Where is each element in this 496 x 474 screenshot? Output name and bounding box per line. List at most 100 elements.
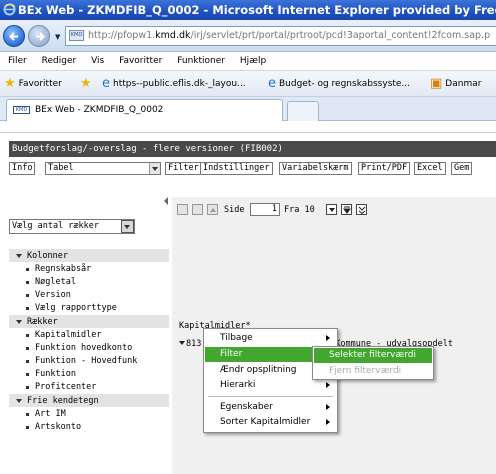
menu-item-hierarchy[interactable]: Hierarki <box>205 378 336 393</box>
bex-toolbar: Info Tabel Filter Indstillinger Variabel… <box>9 161 496 177</box>
favorite-link-label: Danmar <box>445 79 482 89</box>
forward-arrow-icon <box>36 32 45 41</box>
internet-explorer-icon <box>3 3 16 16</box>
tab-bex-web[interactable]: KMD BEx Web - ZKMDFIB_Q_0002 <box>6 99 283 121</box>
nav-item-account-type[interactable]: Artskonto <box>9 421 169 434</box>
page-count: Fra 10 <box>284 205 315 215</box>
submenu-arrow-icon <box>326 404 330 410</box>
favorites-bar: ★ Favoritter ★ e https--public.eflis.dk-_l… <box>0 71 496 97</box>
nav-item-version[interactable]: Version <box>9 289 169 302</box>
nav-item-profit-center[interactable]: Profitcenter <box>9 381 169 394</box>
favorite-link-danmark[interactable]: ▣ Danmar <box>430 71 482 96</box>
nav-item-art-im[interactable]: Art IM <box>9 408 169 421</box>
variables-button[interactable]: Variabelskærm <box>279 162 352 175</box>
nav-item-report-type[interactable]: Vælg rapporttype <box>9 302 169 315</box>
filter-submenu: Selekter filterværdi Fjern filterværdi <box>312 346 434 380</box>
page-label: Side <box>224 205 245 215</box>
back-arrow-icon <box>9 32 18 41</box>
menu-item-label: Sorter Kapitalmidler <box>220 417 311 427</box>
nav-group-rows[interactable]: Rækker <box>9 315 169 329</box>
url-domain: kmd.dk <box>155 30 191 41</box>
add-favorite-button[interactable]: ★ <box>80 71 95 96</box>
menu-item-label: Ændr opsplitning <box>220 365 297 375</box>
window-title: BEx Web - ZKMDFIB_Q_0002 - Microsoft Int… <box>18 3 496 17</box>
page-input[interactable]: 1 <box>250 203 280 216</box>
ie-page-icon: e <box>268 76 276 91</box>
info-button[interactable]: Info <box>9 162 36 175</box>
context-menu: Tilbage Filter Ændr opsplitning Hierarki… <box>203 328 338 433</box>
menu-item-sort[interactable]: Sorter Kapitalmidler <box>205 415 336 430</box>
history-dropdown-icon[interactable]: ▼ <box>55 33 60 41</box>
menu-help[interactable]: Hjælp <box>240 52 266 71</box>
menu-item-remove-filter-value[interactable]: Fjern filterværdi <box>314 364 432 379</box>
nav-item-key-figures[interactable]: Nøgletal <box>9 276 169 289</box>
menu-item-label: Tilbage <box>220 333 253 343</box>
nav-group-free-characteristics[interactable]: Frie kendetegn <box>9 394 169 408</box>
prev-page-button[interactable] <box>207 204 218 215</box>
favorite-link-label: Budget- og regnskabssyste... <box>279 79 411 89</box>
menu-file[interactable]: Filer <box>8 52 27 71</box>
new-tab-button[interactable] <box>287 101 319 121</box>
submenu-arrow-icon <box>326 419 330 425</box>
first-page-button[interactable] <box>177 204 188 215</box>
favorites-star-icon: ★ <box>4 76 16 91</box>
back-button[interactable] <box>3 25 25 47</box>
nav-item-function[interactable]: Funktion <box>9 368 169 381</box>
settings-button[interactable]: Indstillinger <box>200 162 273 175</box>
nav-item-capital[interactable]: Kapitalmidler <box>9 329 169 342</box>
tab-bar: KMD BEx Web - ZKMDFIB_Q_0002 <box>0 97 496 121</box>
url-suffix: /irj/servlet/prt/portal/prtroot/pcd!3apo… <box>190 30 491 41</box>
chevron-down-icon <box>329 208 335 212</box>
last-page-button[interactable] <box>356 204 367 215</box>
nav-item-function-main-function[interactable]: Funktion - Hovedfunk <box>9 355 169 368</box>
menu-item-back[interactable]: Tilbage <box>205 331 336 346</box>
nav-item-fiscal-year[interactable]: Regnskabsår <box>9 263 169 276</box>
menu-edit[interactable]: Rediger <box>42 52 77 71</box>
url-prefix: http://pfopw1. <box>88 30 156 41</box>
address-toolbar: ▼ KMD http://pfopw1.kmd.dk/irj/servlet/p… <box>0 20 496 52</box>
kmd-page-icon: KMD <box>13 106 30 114</box>
favorite-link-eflis[interactable]: e https--public.eflis.dk-_layou... <box>102 71 246 96</box>
tab-title: BEx Web - ZKMDFIB_Q_0002 <box>35 105 164 115</box>
submenu-arrow-icon <box>326 382 330 388</box>
excel-button[interactable]: Excel <box>414 162 446 175</box>
last-page-icon <box>358 206 366 214</box>
nav-item-function-main-account[interactable]: Funktion hovedkonto <box>9 342 169 355</box>
menu-item-properties[interactable]: Egenskaber <box>205 400 336 415</box>
next-page-button[interactable] <box>326 204 337 215</box>
rows-count-value: Vælg antal rækker <box>12 221 99 231</box>
double-chevron-down-icon <box>343 206 351 214</box>
menu-tools[interactable]: Funktioner <box>177 52 225 71</box>
page-icon: KMD <box>69 30 84 41</box>
favorite-link-budget[interactable]: e Budget- og regnskabssyste... <box>268 71 411 96</box>
rows-count-select[interactable]: Vælg antal rækker <box>9 219 135 234</box>
favorites-button[interactable]: ★ Favoritter <box>4 71 62 96</box>
filter-button[interactable]: Filter <box>165 162 202 175</box>
view-select[interactable]: Tabel <box>45 162 161 175</box>
menu-item-select-filter-value[interactable]: Selekter filterværdi <box>314 348 432 363</box>
ie-page-icon: e <box>102 76 110 91</box>
nav-group-columns[interactable]: Kolonner <box>9 249 169 263</box>
favorite-link-label: https--public.eflis.dk-_layou... <box>113 79 246 89</box>
forward-button[interactable] <box>28 25 50 47</box>
print-pdf-button[interactable]: Print/PDF <box>358 162 411 175</box>
portal-strip <box>0 121 496 133</box>
chevron-up-icon <box>210 208 216 212</box>
menu-view[interactable]: Vis <box>91 52 104 71</box>
menu-favorites[interactable]: Favoritter <box>119 52 162 71</box>
menu-item-label: Hierarki <box>220 380 256 390</box>
favorites-label: Favoritter <box>18 79 62 89</box>
row-header[interactable]: 813 e Kommune - udvalgsopdelt <box>179 339 453 349</box>
collapse-pane-icon[interactable] <box>164 197 168 205</box>
menu-item-label: Egenskaber <box>220 402 273 412</box>
submenu-arrow-icon <box>326 335 330 341</box>
prev-block-button[interactable] <box>192 204 203 215</box>
view-select-value: Tabel <box>48 163 74 173</box>
window-titlebar: BEx Web - ZKMDFIB_Q_0002 - Microsoft Int… <box>0 0 496 20</box>
expand-triangle-icon[interactable] <box>179 341 185 345</box>
next-block-button[interactable] <box>341 204 352 215</box>
save-button[interactable]: Gem <box>451 162 473 175</box>
menu-separator <box>208 396 333 397</box>
address-input[interactable]: KMD http://pfopw1.kmd.dk/irj/servlet/prt… <box>65 26 496 46</box>
chevron-down-icon <box>149 163 160 174</box>
